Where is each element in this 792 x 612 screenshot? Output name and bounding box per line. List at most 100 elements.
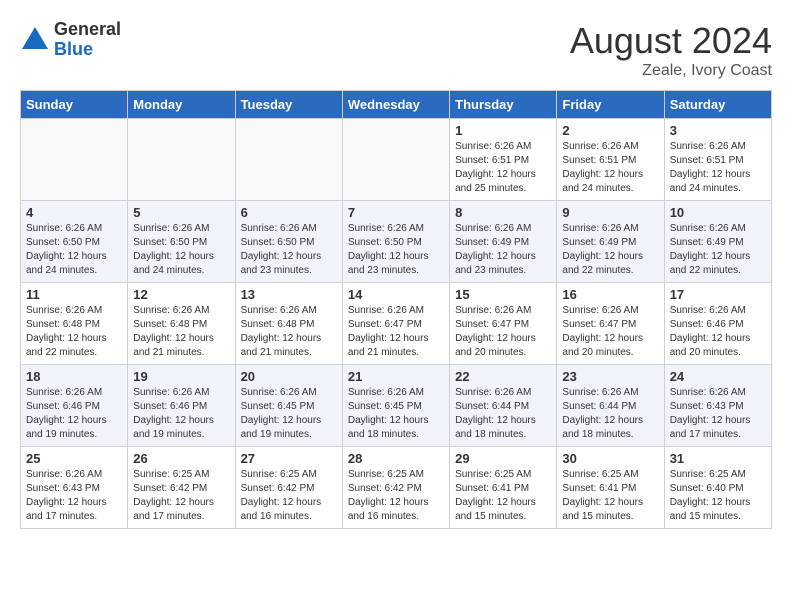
day-number: 15 [455, 287, 551, 302]
header-sunday: Sunday [21, 91, 128, 119]
calendar-day-21: 21 Sunrise: 6:26 AM Sunset: 6:45 PM Dayli… [342, 365, 449, 447]
header: General Blue August 2024 Zeale, Ivory Co… [20, 20, 772, 80]
day-info: Sunrise: 6:26 AM Sunset: 6:49 PM Dayligh… [562, 222, 658, 278]
day-info: Sunrise: 6:26 AM Sunset: 6:44 PM Dayligh… [455, 386, 551, 442]
day-number: 12 [133, 287, 229, 302]
header-friday: Friday [557, 91, 664, 119]
calendar-day-6: 6Sunrise: 6:26 AM Sunset: 6:50 PM Daylig… [235, 201, 342, 283]
day-info: Sunrise: 6:25 AM Sunset: 6:40 PM Dayligh… [670, 468, 766, 524]
calendar-day-9: 9 Sunrise: 6:26 AM Sunset: 6:49 PM Daylig… [557, 201, 664, 283]
calendar-day-17: 17 Sunrise: 6:26 AM Sunset: 6:46 PM Dayli… [664, 283, 771, 365]
calendar-day-1: 1Sunrise: 6:26 AM Sunset: 6:51 PM Daylig… [450, 119, 557, 201]
day-number: 27 [241, 451, 337, 466]
calendar-week-row: 25 Sunrise: 6:26 AM Sunset: 6:43 PM Dayli… [21, 447, 772, 529]
calendar-day-26: 26Sunrise: 6:25 AM Sunset: 6:42 PM Dayli… [128, 447, 235, 529]
day-info: Sunrise: 6:26 AM Sunset: 6:51 PM Dayligh… [562, 140, 658, 196]
calendar-day-empty [21, 119, 128, 201]
day-info: Sunrise: 6:26 AM Sunset: 6:48 PM Dayligh… [26, 304, 122, 360]
header-wednesday: Wednesday [342, 91, 449, 119]
logo: General Blue [20, 20, 121, 60]
calendar-day-5: 5 Sunrise: 6:26 AM Sunset: 6:50 PM Daylig… [128, 201, 235, 283]
day-info: Sunrise: 6:26 AM Sunset: 6:48 PM Dayligh… [133, 304, 229, 360]
day-number: 31 [670, 451, 766, 466]
calendar-day-13: 13Sunrise: 6:26 AM Sunset: 6:48 PM Dayli… [235, 283, 342, 365]
day-number: 20 [241, 369, 337, 384]
day-info: Sunrise: 6:25 AM Sunset: 6:41 PM Dayligh… [455, 468, 551, 524]
logo-general-text: General [54, 20, 121, 40]
day-info: Sunrise: 6:26 AM Sunset: 6:50 PM Dayligh… [133, 222, 229, 278]
day-number: 11 [26, 287, 122, 302]
calendar-day-27: 27Sunrise: 6:25 AM Sunset: 6:42 PM Dayli… [235, 447, 342, 529]
day-info: Sunrise: 6:26 AM Sunset: 6:46 PM Dayligh… [670, 304, 766, 360]
day-number: 8 [455, 205, 551, 220]
calendar-day-25: 25 Sunrise: 6:26 AM Sunset: 6:43 PM Dayli… [21, 447, 128, 529]
calendar-day-empty [128, 119, 235, 201]
day-info: Sunrise: 6:25 AM Sunset: 6:42 PM Dayligh… [133, 468, 229, 524]
day-number: 22 [455, 369, 551, 384]
calendar-header-row: SundayMondayTuesdayWednesdayThursdayFrid… [21, 91, 772, 119]
calendar-day-10: 10Sunrise: 6:26 AM Sunset: 6:49 PM Dayli… [664, 201, 771, 283]
calendar-day-empty [235, 119, 342, 201]
day-info: Sunrise: 6:26 AM Sunset: 6:50 PM Dayligh… [348, 222, 444, 278]
day-number: 23 [562, 369, 658, 384]
header-saturday: Saturday [664, 91, 771, 119]
day-info: Sunrise: 6:26 AM Sunset: 6:51 PM Dayligh… [455, 140, 551, 196]
calendar-day-24: 24 Sunrise: 6:26 AM Sunset: 6:43 PM Dayli… [664, 365, 771, 447]
day-info: Sunrise: 6:26 AM Sunset: 6:50 PM Dayligh… [241, 222, 337, 278]
day-info: Sunrise: 6:26 AM Sunset: 6:45 PM Dayligh… [241, 386, 337, 442]
calendar-day-19: 19 Sunrise: 6:26 AM Sunset: 6:46 PM Dayli… [128, 365, 235, 447]
day-number: 7 [348, 205, 444, 220]
day-number: 2 [562, 123, 658, 138]
logo-blue-text: Blue [54, 40, 121, 60]
calendar-day-11: 11 Sunrise: 6:26 AM Sunset: 6:48 PM Dayli… [21, 283, 128, 365]
calendar-week-row: 1Sunrise: 6:26 AM Sunset: 6:51 PM Daylig… [21, 119, 772, 201]
calendar-week-row: 11 Sunrise: 6:26 AM Sunset: 6:48 PM Dayli… [21, 283, 772, 365]
calendar-day-2: 2 Sunrise: 6:26 AM Sunset: 6:51 PM Daylig… [557, 119, 664, 201]
month-title: August 2024 [570, 20, 772, 62]
day-info: Sunrise: 6:26 AM Sunset: 6:48 PM Dayligh… [241, 304, 337, 360]
day-number: 17 [670, 287, 766, 302]
location-title: Zeale, Ivory Coast [570, 62, 772, 80]
day-info: Sunrise: 6:26 AM Sunset: 6:43 PM Dayligh… [670, 386, 766, 442]
day-info: Sunrise: 6:26 AM Sunset: 6:44 PM Dayligh… [562, 386, 658, 442]
day-info: Sunrise: 6:26 AM Sunset: 6:47 PM Dayligh… [455, 304, 551, 360]
calendar-table: SundayMondayTuesdayWednesdayThursdayFrid… [20, 90, 772, 529]
calendar-day-18: 18Sunrise: 6:26 AM Sunset: 6:46 PM Dayli… [21, 365, 128, 447]
day-number: 21 [348, 369, 444, 384]
day-info: Sunrise: 6:26 AM Sunset: 6:47 PM Dayligh… [348, 304, 444, 360]
day-info: Sunrise: 6:26 AM Sunset: 6:45 PM Dayligh… [348, 386, 444, 442]
calendar-day-29: 29 Sunrise: 6:25 AM Sunset: 6:41 PM Dayli… [450, 447, 557, 529]
calendar-day-empty [342, 119, 449, 201]
calendar-week-row: 4 Sunrise: 6:26 AM Sunset: 6:50 PM Daylig… [21, 201, 772, 283]
day-number: 9 [562, 205, 658, 220]
calendar-day-30: 30Sunrise: 6:25 AM Sunset: 6:41 PM Dayli… [557, 447, 664, 529]
header-tuesday: Tuesday [235, 91, 342, 119]
title-area: August 2024 Zeale, Ivory Coast [570, 20, 772, 80]
day-number: 30 [562, 451, 658, 466]
day-number: 25 [26, 451, 122, 466]
calendar-day-28: 28Sunrise: 6:25 AM Sunset: 6:42 PM Dayli… [342, 447, 449, 529]
calendar-day-3: 3 Sunrise: 6:26 AM Sunset: 6:51 PM Daylig… [664, 119, 771, 201]
day-number: 5 [133, 205, 229, 220]
calendar-day-7: 7 Sunrise: 6:26 AM Sunset: 6:50 PM Daylig… [342, 201, 449, 283]
calendar-week-row: 18 Sunrise: 6:26 AM Sunset: 6:46 PM Dayli… [21, 365, 772, 447]
day-number: 29 [455, 451, 551, 466]
day-number: 24 [670, 369, 766, 384]
day-info: Sunrise: 6:26 AM Sunset: 6:50 PM Dayligh… [26, 222, 122, 278]
calendar-day-12: 12 Sunrise: 6:26 AM Sunset: 6:48 PM Dayli… [128, 283, 235, 365]
calendar-day-15: 15 Sunrise: 6:26 AM Sunset: 6:47 PM Dayli… [450, 283, 557, 365]
day-info: Sunrise: 6:26 AM Sunset: 6:51 PM Dayligh… [670, 140, 766, 196]
day-number: 19 [133, 369, 229, 384]
day-info: Sunrise: 6:26 AM Sunset: 6:46 PM Dayligh… [133, 386, 229, 442]
day-number: 14 [348, 287, 444, 302]
calendar-day-31: 31 Sunrise: 6:25 AM Sunset: 6:40 PM Dayli… [664, 447, 771, 529]
calendar-day-14: 14 Sunrise: 6:26 AM Sunset: 6:47 PM Dayli… [342, 283, 449, 365]
day-number: 4 [26, 205, 122, 220]
day-number: 3 [670, 123, 766, 138]
day-info: Sunrise: 6:26 AM Sunset: 6:47 PM Dayligh… [562, 304, 658, 360]
day-number: 18 [26, 369, 122, 384]
day-info: Sunrise: 6:25 AM Sunset: 6:42 PM Dayligh… [348, 468, 444, 524]
day-info: Sunrise: 6:26 AM Sunset: 6:43 PM Dayligh… [26, 468, 122, 524]
calendar-day-4: 4 Sunrise: 6:26 AM Sunset: 6:50 PM Daylig… [21, 201, 128, 283]
calendar-day-8: 8Sunrise: 6:26 AM Sunset: 6:49 PM Daylig… [450, 201, 557, 283]
